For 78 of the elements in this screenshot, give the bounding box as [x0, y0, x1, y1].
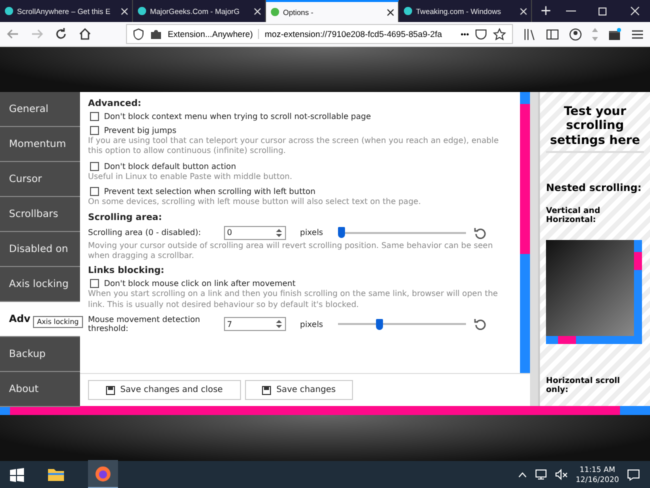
new-tab-button[interactable]: +: [532, 3, 560, 19]
tab-favicon-icon: [270, 7, 280, 17]
checkbox-label: Don't block context menu when trying to scroll not-scrollable page: [104, 112, 371, 121]
back-icon[interactable]: [6, 27, 20, 41]
sidebar-item[interactable]: Backup: [0, 337, 80, 372]
checkbox[interactable]: [90, 187, 99, 196]
box-label: Vertical and Horizontal:: [546, 206, 602, 224]
sidebar-item[interactable]: Momentum: [0, 127, 80, 162]
browser-icon: [95, 466, 111, 482]
tab-favicon-icon: [4, 6, 14, 16]
tab-favicon-icon: [403, 6, 413, 16]
sidebar-item[interactable]: General: [0, 92, 80, 127]
reset-icon[interactable]: [474, 318, 486, 330]
tab-favicon-icon: [137, 6, 147, 16]
checkbox[interactable]: [90, 162, 99, 171]
menu-icon[interactable]: [631, 28, 644, 40]
section-heading: Advanced:: [88, 99, 142, 109]
slider-thumb[interactable]: [338, 227, 345, 238]
home-icon[interactable]: [78, 27, 92, 41]
account-icon[interactable]: [569, 28, 582, 40]
help-text: On some devices, scrolling with left mouse button will also select text on the page.: [88, 197, 422, 208]
restore-icon[interactable]: [598, 6, 608, 16]
address-bar[interactable]: Extension...Anywhere) moz-extension://7910e208-fcd5-4695-85a9-2fa •••: [126, 24, 514, 44]
star-icon[interactable]: [493, 28, 506, 40]
sidebar-item[interactable]: Scrollbars: [0, 197, 80, 232]
notifications-icon[interactable]: [627, 468, 640, 480]
library-icon[interactable]: [523, 28, 536, 40]
spinner-icon[interactable]: [275, 226, 283, 239]
help-text: Useful in Linux to enable Paste with middle button.: [88, 172, 294, 182]
horizontal-scrollbar[interactable]: [0, 406, 650, 415]
firefox-taskbar-button[interactable]: [88, 460, 118, 488]
field-label: Scrolling area (0 - disabled):: [88, 228, 202, 238]
section-heading: Nested scrolling:: [546, 183, 643, 194]
box-label: Horizontal scroll only:: [546, 376, 621, 394]
network-icon[interactable]: [534, 469, 547, 480]
scroll-test-box[interactable]: [546, 240, 642, 344]
chevron-up-icon[interactable]: [518, 472, 527, 478]
number-input[interactable]: 7: [224, 317, 286, 332]
checkbox[interactable]: [90, 126, 99, 135]
section-heading: Links blocking:: [88, 266, 166, 276]
site-identity[interactable]: Extension...Anywhere): [168, 29, 259, 39]
checkbox[interactable]: [90, 112, 99, 121]
pocket-icon[interactable]: [475, 28, 488, 40]
shield-icon[interactable]: [132, 28, 144, 40]
sidebar-item[interactable]: Disabled on: [0, 232, 80, 267]
slider-thumb[interactable]: [376, 318, 384, 330]
checkbox-label: Prevent big jumps: [104, 126, 176, 135]
checkbox-label: Don't block default button action: [104, 162, 236, 171]
unit-label: pixels: [300, 320, 324, 329]
close-icon[interactable]: [387, 8, 394, 16]
page-actions-button[interactable]: •••: [460, 30, 470, 38]
muted-speaker-icon[interactable]: [554, 469, 568, 480]
section-heading: Scrolling area:: [88, 212, 163, 223]
save-button[interactable]: Save changes and close: [88, 380, 241, 400]
reload-icon[interactable]: [54, 27, 68, 41]
field-label: Mouse movement detection threshold:: [88, 315, 202, 334]
help-text: If you are using tool that can teleport your cursor across the screen (when you reach an edge), enable this option to allow continuous (infinite) scrolling.: [88, 136, 500, 157]
vertical-scrollbar[interactable]: [520, 92, 530, 373]
panel-title: Test your scrolling settings here: [546, 92, 644, 154]
checkbox[interactable]: [90, 279, 99, 288]
number-input[interactable]: 0: [224, 226, 286, 240]
url-text: moz-extension://7910e208-fcd5-4695-85a9-2fa: [264, 29, 443, 39]
floppy-icon: [106, 386, 116, 394]
help-text: When you start scrolling on a link and then you finish scrolling on the same link, browser will open the link. This is usually not desired behaviour so by default it's blocked.: [88, 289, 499, 310]
sidebar-icon[interactable]: [546, 28, 560, 40]
reset-icon[interactable]: [474, 226, 486, 239]
checkbox-label: Prevent text selection when scrolling with left button: [104, 187, 316, 196]
unit-label: pixels: [300, 228, 324, 238]
floppy-icon: [262, 386, 272, 394]
sidebar-item[interactable]: Cursor: [0, 162, 80, 197]
save-button[interactable]: Save changes: [245, 380, 353, 400]
windows-start-icon[interactable]: [10, 468, 24, 482]
help-text: Moving your cursor outside of scrolling area will revert scrolling position. Same behavior can be seen when dragging a scrollbar.: [88, 240, 494, 262]
checkbox-label: Don't block mouse click on link after movement: [104, 279, 296, 288]
sidebar-item[interactable]: About: [0, 372, 80, 407]
folder-icon[interactable]: [48, 468, 64, 481]
spinner-icon[interactable]: [275, 318, 283, 330]
sidebar-item[interactable]: Axis locking: [0, 267, 80, 302]
